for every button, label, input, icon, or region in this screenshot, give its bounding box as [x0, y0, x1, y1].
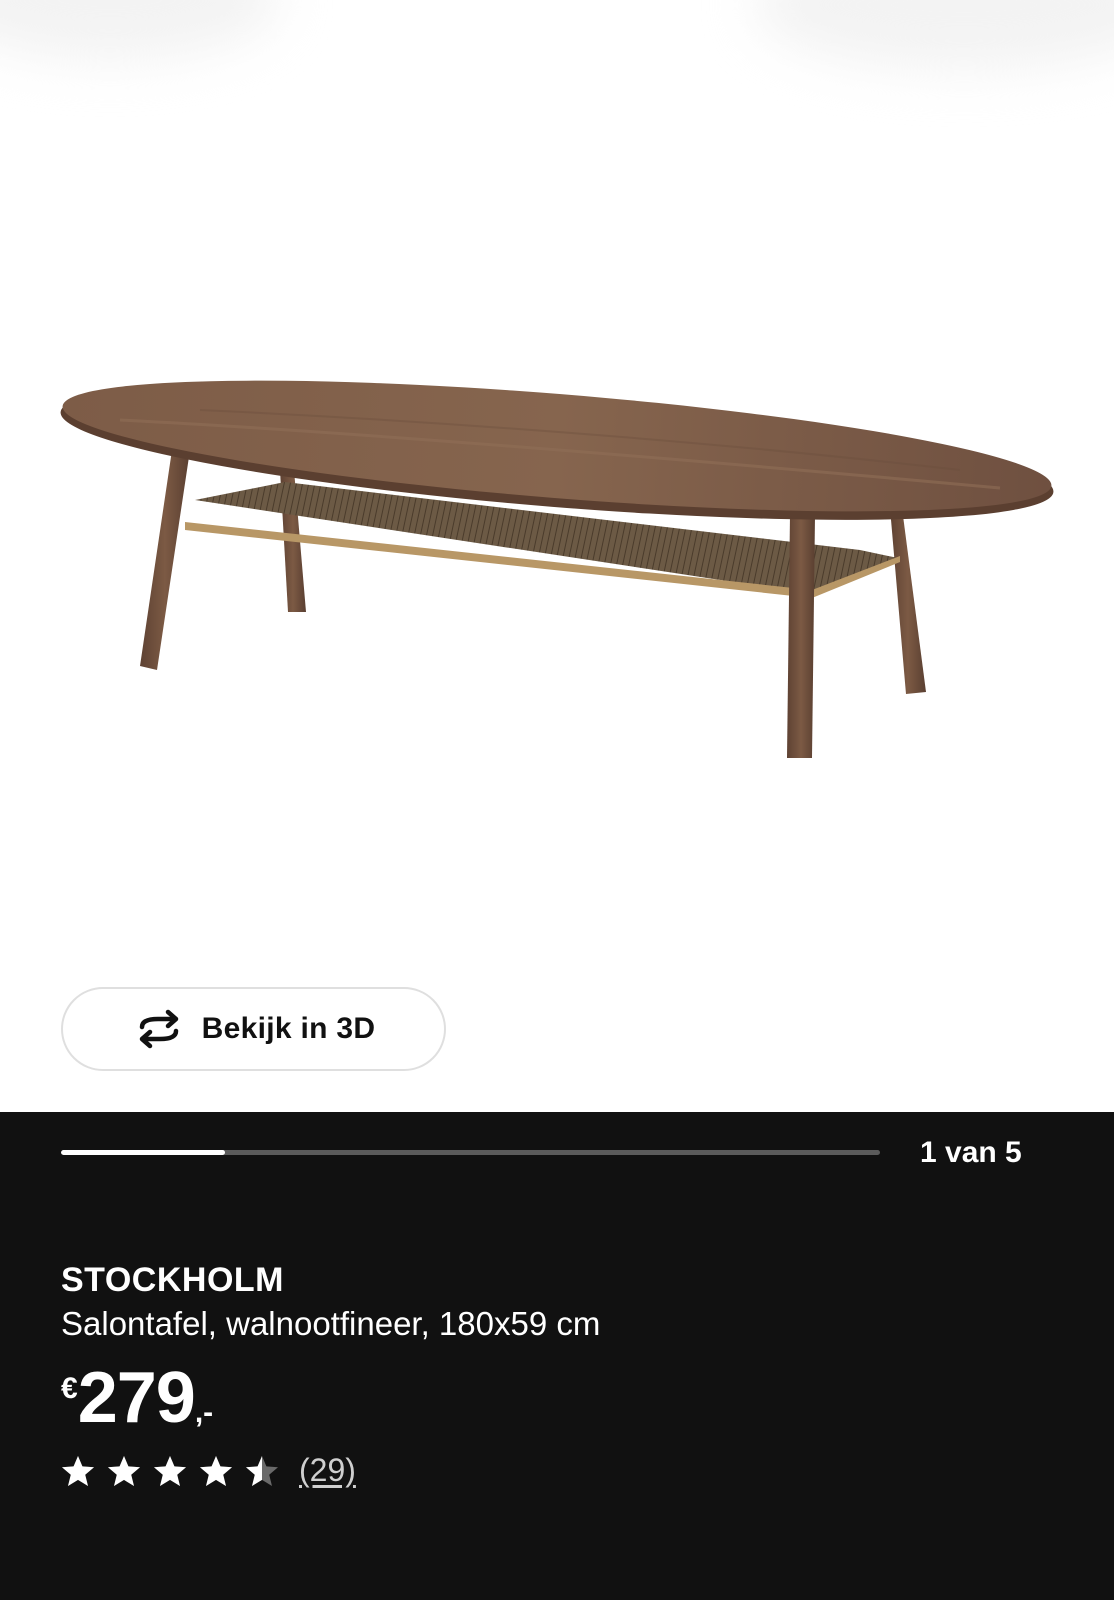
product-price: € 279 ,- — [61, 1362, 213, 1434]
product-name: STOCKHOLM — [61, 1261, 284, 1299]
gallery-progress-fill — [61, 1150, 225, 1155]
price-integer: 279 — [77, 1358, 196, 1438]
view-in-3d-button[interactable]: Bekijk in 3D — [61, 987, 446, 1071]
product-rating[interactable]: (29) — [61, 1452, 356, 1489]
product-description: Salontafel, walnootfineer, 180x59 cm — [61, 1305, 601, 1342]
rating-stars — [61, 1455, 279, 1487]
star-icon — [245, 1455, 279, 1487]
star-icon — [199, 1455, 233, 1487]
price-currency: € — [61, 1372, 78, 1405]
gallery-progress-bar[interactable] — [61, 1150, 880, 1155]
star-icon — [153, 1455, 187, 1487]
image-counter: 1 van 5 — [920, 1136, 1022, 1169]
view-in-3d-label: Bekijk in 3D — [201, 1012, 376, 1045]
star-icon — [107, 1455, 141, 1487]
product-image-gallery[interactable]: Bekijk in 3D — [0, 0, 1114, 1112]
price-decimal: ,- — [194, 1396, 214, 1429]
product-info-panel: 1 van 5 STOCKHOLM Salontafel, walnootfin… — [0, 1112, 1114, 1600]
star-icon — [61, 1455, 95, 1487]
rotate-3d-icon — [132, 1009, 186, 1049]
review-count-link[interactable]: (29) — [299, 1452, 356, 1489]
coffee-table-image — [60, 380, 1054, 758]
